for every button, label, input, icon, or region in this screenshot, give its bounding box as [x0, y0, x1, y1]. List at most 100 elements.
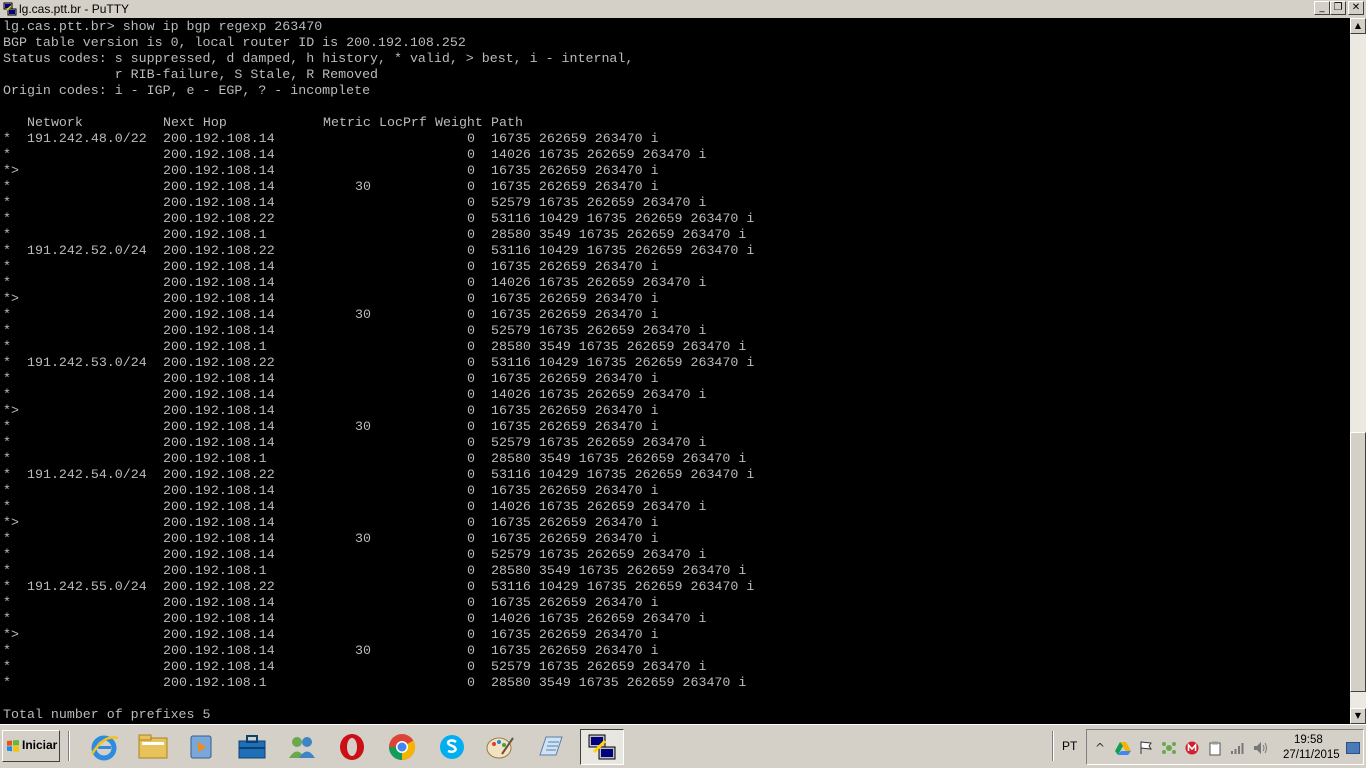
- volume-icon[interactable]: [1252, 740, 1270, 756]
- route-path: 14026 16735 262659 263470 i: [491, 499, 707, 514]
- route-network: 191.242.48.0/22: [27, 131, 147, 146]
- route-metric: 30: [355, 419, 371, 434]
- route-weight: 0: [467, 227, 475, 242]
- column-header-locprf: LocPrf: [379, 115, 427, 130]
- route-next-hop: 200.192.108.14: [163, 163, 275, 178]
- terminal-line: Status codes: s suppressed, d damped, h …: [3, 51, 634, 66]
- route-weight: 0: [467, 627, 475, 642]
- route-next-hop: 200.192.108.14: [163, 659, 275, 674]
- route-weight: 0: [467, 403, 475, 418]
- maximize-button[interactable]: ❐: [1330, 1, 1346, 15]
- window-title: lg.cas.ptt.br - PuTTY: [19, 2, 130, 16]
- signal-strength-icon[interactable]: [1229, 740, 1247, 756]
- route-status: *: [3, 211, 11, 226]
- terminal-screen[interactable]: lg.cas.ptt.br> show ip bgp regexp 263470…: [0, 18, 1350, 724]
- language-indicator[interactable]: PT: [1062, 739, 1077, 753]
- internet-explorer-icon[interactable]: [82, 729, 126, 765]
- route-path: 53116 10429 16735 262659 263470 i: [491, 355, 755, 370]
- scroll-down-arrow-icon[interactable]: ▼: [1350, 708, 1366, 724]
- route-weight: 0: [467, 275, 475, 290]
- paint-icon[interactable]: [478, 729, 522, 765]
- route-status: *: [3, 467, 11, 482]
- route-weight: 0: [467, 211, 475, 226]
- taskbar: Iniciar PT ^ 19:58 27/11/2015: [0, 724, 1366, 768]
- route-weight: 0: [467, 595, 475, 610]
- clock-time[interactable]: 19:58: [1294, 734, 1323, 746]
- google-drive-icon[interactable]: [1114, 740, 1132, 756]
- vertical-scrollbar[interactable]: ▲ ▼: [1350, 18, 1366, 724]
- route-network: 191.242.53.0/24: [27, 355, 147, 370]
- route-weight: 0: [467, 435, 475, 450]
- route-status: *: [3, 659, 11, 674]
- clock-date[interactable]: 27/11/2015: [1283, 749, 1340, 761]
- route-status: *>: [3, 627, 19, 642]
- media-player-icon[interactable]: [180, 729, 224, 765]
- route-next-hop: 200.192.108.14: [163, 515, 275, 530]
- action-center-flag-icon[interactable]: [1137, 740, 1155, 756]
- route-path: 52579 16735 262659 263470 i: [491, 195, 707, 210]
- route-next-hop: 200.192.108.14: [163, 499, 275, 514]
- close-button[interactable]: ✕: [1348, 1, 1364, 15]
- route-path: 53116 10429 16735 262659 263470 i: [491, 579, 755, 594]
- show-hidden-icons-icon[interactable]: ^: [1091, 740, 1109, 756]
- chrome-icon[interactable]: [380, 729, 424, 765]
- route-path: 28580 3549 16735 262659 263470 i: [491, 563, 747, 578]
- route-status: *: [3, 643, 11, 658]
- route-status: *: [3, 451, 11, 466]
- clipboard-icon[interactable]: [1206, 740, 1224, 756]
- route-metric: 30: [355, 307, 371, 322]
- route-status: *: [3, 147, 11, 162]
- route-status: *: [3, 227, 11, 242]
- route-next-hop: 200.192.108.14: [163, 595, 275, 610]
- putty-taskbar-icon[interactable]: [580, 729, 624, 765]
- route-weight: 0: [467, 291, 475, 306]
- route-next-hop: 200.192.108.1: [163, 675, 267, 690]
- route-weight: 0: [467, 675, 475, 690]
- route-next-hop: 200.192.108.14: [163, 259, 275, 274]
- skype-icon[interactable]: [430, 729, 474, 765]
- route-weight: 0: [467, 387, 475, 402]
- file-explorer-icon[interactable]: [131, 729, 175, 765]
- start-button[interactable]: Iniciar: [2, 730, 60, 762]
- route-path: 16735 262659 263470 i: [491, 595, 659, 610]
- route-status: *: [3, 483, 11, 498]
- opera-icon[interactable]: [330, 729, 374, 765]
- route-status: *: [3, 563, 11, 578]
- route-status: *: [3, 387, 11, 402]
- route-path: 16735 262659 263470 i: [491, 515, 659, 530]
- putty-icon: [3, 2, 17, 16]
- minimize-button[interactable]: _: [1314, 1, 1330, 15]
- route-path: 16735 262659 263470 i: [491, 531, 659, 546]
- route-next-hop: 200.192.108.14: [163, 531, 275, 546]
- column-header-network: Network: [27, 115, 83, 130]
- route-path: 53116 10429 16735 262659 263470 i: [491, 467, 755, 482]
- route-network: 191.242.54.0/24: [27, 467, 147, 482]
- network-share-icon[interactable]: [1160, 740, 1178, 756]
- route-status: *>: [3, 163, 19, 178]
- route-weight: 0: [467, 611, 475, 626]
- scroll-up-arrow-icon[interactable]: ▲: [1350, 18, 1366, 34]
- route-path: 16735 262659 263470 i: [491, 627, 659, 642]
- route-network: 191.242.55.0/24: [27, 579, 147, 594]
- route-path: 14026 16735 262659 263470 i: [491, 147, 707, 162]
- route-status: *: [3, 499, 11, 514]
- route-path: 16735 262659 263470 i: [491, 483, 659, 498]
- route-status: *: [3, 579, 11, 594]
- scrollbar-thumb[interactable]: [1350, 432, 1366, 692]
- route-path: 52579 16735 262659 263470 i: [491, 659, 707, 674]
- users-icon[interactable]: [280, 729, 324, 765]
- route-path: 16735 262659 263470 i: [491, 163, 659, 178]
- route-path: 52579 16735 262659 263470 i: [491, 323, 707, 338]
- title-bar[interactable]: lg.cas.ptt.br - PuTTY _ ❐ ✕: [0, 0, 1366, 18]
- route-path: 52579 16735 262659 263470 i: [491, 435, 707, 450]
- route-next-hop: 200.192.108.22: [163, 243, 275, 258]
- route-weight: 0: [467, 355, 475, 370]
- antivirus-icon[interactable]: [1183, 740, 1201, 756]
- show-desktop-button[interactable]: [1346, 742, 1360, 754]
- taskbar-separator: [68, 731, 70, 761]
- route-weight: 0: [467, 643, 475, 658]
- toolbox-icon[interactable]: [230, 729, 274, 765]
- route-next-hop: 200.192.108.14: [163, 419, 275, 434]
- route-next-hop: 200.192.108.14: [163, 611, 275, 626]
- notepad-icon[interactable]: [528, 729, 572, 765]
